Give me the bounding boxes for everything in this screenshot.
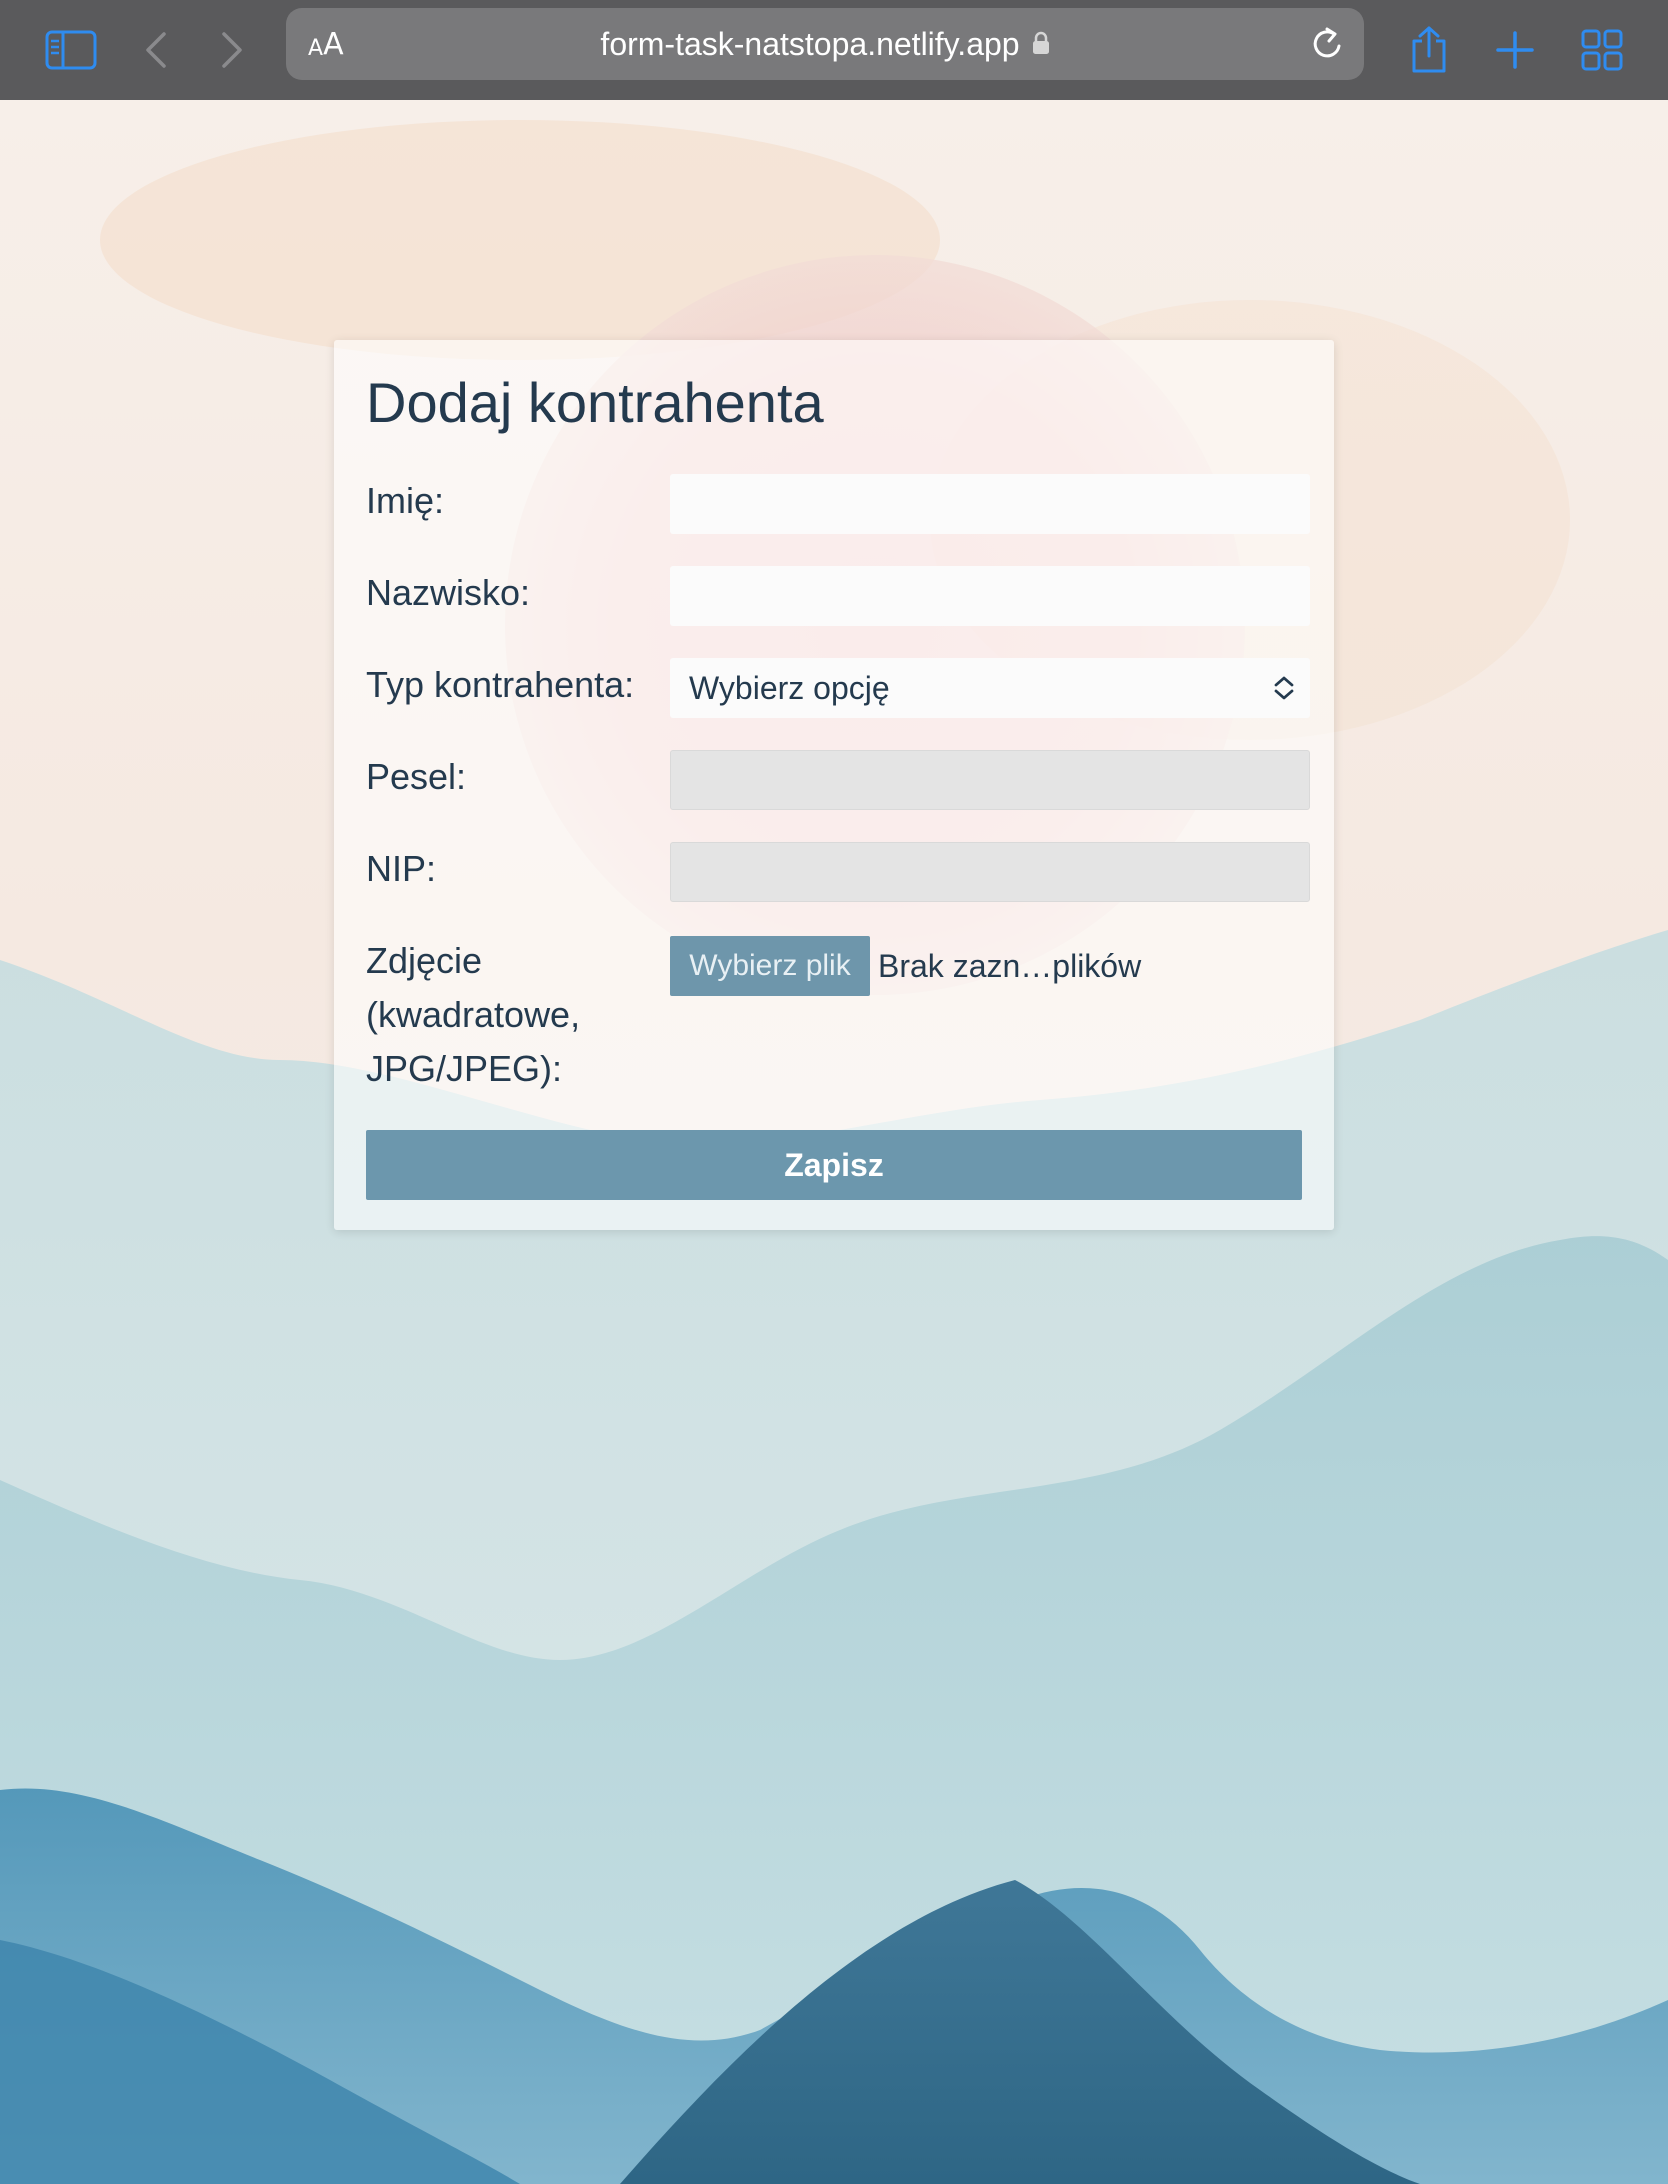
forward-icon[interactable] (214, 0, 250, 100)
save-button[interactable]: Zapisz (366, 1130, 1302, 1200)
last-name-input[interactable] (670, 566, 1310, 626)
address-bar[interactable]: A A form-task-natstopa.netlify.app (286, 8, 1364, 80)
reload-icon[interactable] (1310, 8, 1344, 80)
photo-label: Zdjęcie (kwadratowe, JPG/JPEG): (366, 934, 580, 1096)
choose-file-button[interactable]: Wybierz plik (670, 936, 870, 996)
share-icon[interactable] (1404, 0, 1454, 100)
contractor-type-select[interactable]: Wybierz opcję (670, 658, 1310, 718)
pesel-label: Pesel: (366, 756, 467, 797)
add-contractor-form: Dodaj kontrahenta Imię: Nazwisko: Typ ko… (334, 340, 1334, 1230)
browser-toolbar: A A form-task-natstopa.netlify.app (0, 0, 1668, 100)
sidebar-icon[interactable] (40, 0, 102, 100)
lock-icon (1032, 26, 1050, 63)
nip-input (670, 842, 1310, 902)
first-name-input[interactable] (670, 474, 1310, 534)
last-name-label: Nazwisko: (366, 572, 531, 613)
back-icon[interactable] (138, 0, 174, 100)
url-display[interactable]: form-task-natstopa.netlify.app (286, 8, 1364, 80)
photo-label-line1: Zdjęcie (366, 940, 483, 981)
chevron-up-down-icon (1272, 658, 1296, 718)
form-title: Dodaj kontrahenta (366, 371, 824, 434)
file-status: Brak zazn…plików (878, 947, 1142, 984)
contractor-type-label: Typ kontrahenta: (366, 664, 635, 705)
first-name-label: Imię: (366, 480, 445, 521)
nip-label: NIP: (366, 848, 437, 889)
tab-overview-icon[interactable] (1580, 0, 1624, 100)
photo-label-line2: (kwadratowe, (366, 994, 581, 1035)
new-tab-icon[interactable] (1494, 0, 1536, 100)
pesel-input (670, 750, 1310, 810)
url-text: form-task-natstopa.netlify.app (600, 25, 1020, 62)
contractor-type-selected: Wybierz opcję (689, 669, 890, 706)
photo-label-line3: JPG/JPEG): (366, 1048, 563, 1089)
